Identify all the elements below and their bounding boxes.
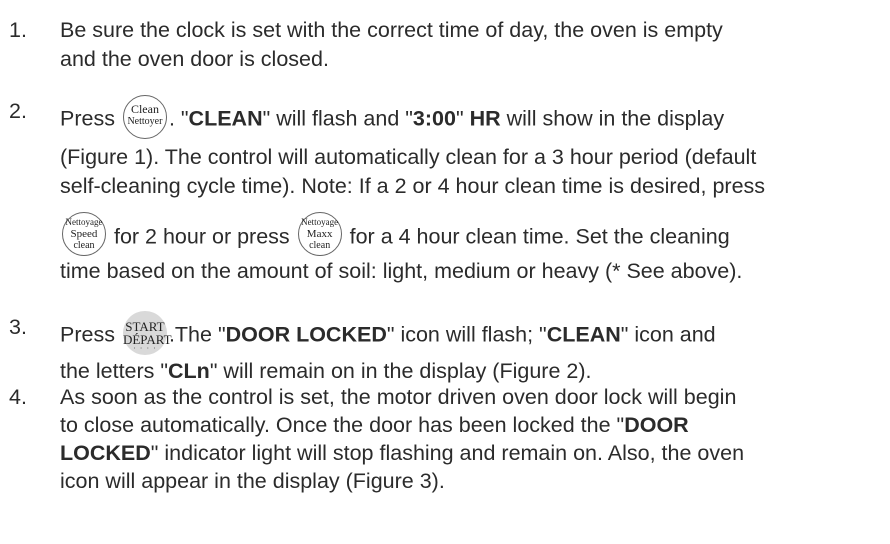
- step-2-line-3: self-cleaning cycle time). Note: If a 2 …: [60, 174, 766, 198]
- text-fragment: " indicator light will stop flashing and…: [150, 441, 745, 465]
- step-2-line-1: Press Clean Nettoyer . "CLEAN" will flas…: [60, 95, 725, 142]
- step-2-line-4: Nettoyage Speed clean for 2 hour or pres…: [60, 212, 730, 260]
- cln-word: CLn: [168, 359, 210, 383]
- step-3-number: 3.: [9, 315, 27, 339]
- step-3-line-2: the letters "CLn" will remain on in the …: [60, 358, 591, 384]
- maxx-button-label: Maxx: [306, 228, 333, 240]
- start-button-icon: START DÉPART · · · ·: [122, 311, 172, 355]
- text-fragment: to close automatically. Once the door ha…: [60, 413, 625, 437]
- text-fragment: " will remain on in the display (Figure …: [209, 359, 592, 383]
- speed-button-label: Speed: [70, 228, 98, 240]
- step-4-line-1: As soon as the control is set, the motor…: [60, 385, 737, 409]
- step-4-number: 4.: [9, 385, 27, 409]
- maxx-button-label-bottom: clean: [309, 240, 331, 251]
- text-fragment: . ": [168, 106, 189, 131]
- speed-clean-button-icon: Nettoyage Speed clean: [62, 212, 106, 256]
- door-locked-word: DOOR LOCKED: [225, 322, 387, 347]
- text-fragment: .The ": [168, 322, 226, 347]
- maxx-clean-button-icon: Nettoyage Maxx clean: [297, 212, 342, 256]
- speed-button-label-top: Nettoyage: [65, 217, 103, 227]
- clean-word: CLEAN: [188, 106, 263, 131]
- maxx-button-label-top: Nettoyage: [301, 217, 339, 227]
- step-1-number: 1.: [9, 18, 27, 42]
- step-4-line-2: to close automatically. Once the door ha…: [60, 412, 689, 438]
- locked-word: LOCKED: [60, 441, 151, 465]
- text-fragment: ": [455, 106, 470, 131]
- speed-button-label-bottom: clean: [73, 240, 95, 251]
- text-fragment: " will flash and ": [262, 106, 413, 131]
- clean-button-label-fr: Nettoyer: [127, 116, 163, 127]
- press-text: Press: [60, 106, 115, 131]
- step-1-line-2: and the oven door is closed.: [60, 47, 329, 71]
- text-fragment: will show in the display: [500, 106, 725, 131]
- clean-button-icon: Clean Nettoyer: [122, 95, 167, 139]
- text-fragment: for 2 hour or press: [113, 224, 290, 249]
- text-fragment: for a 4 hour clean time. Set the cleanin…: [349, 224, 730, 249]
- step-1-line-1: Be sure the clock is set with the correc…: [60, 18, 723, 42]
- step-3-line-1: Press START DÉPART · · · · .The "DOOR LO…: [60, 311, 716, 358]
- step-2-line-5: time based on the amount of soil: light,…: [60, 259, 743, 283]
- text-fragment: " icon will flash; ": [386, 322, 547, 347]
- hr-word: HR: [469, 106, 501, 131]
- text-fragment: " icon and: [620, 322, 716, 347]
- text-fragment: the letters ": [60, 359, 169, 383]
- step-2-line-2: (Figure 1). The control will automatical…: [60, 145, 757, 169]
- press-text: Press: [60, 322, 115, 347]
- step-4-line-3: LOCKED" indicator light will stop flashi…: [60, 440, 744, 466]
- step-4-line-4: icon will appear in the display (Figure …: [60, 469, 445, 493]
- clean-button-label: Clean: [130, 102, 159, 116]
- step-2-number: 2.: [9, 99, 27, 123]
- time-value: 3:00: [412, 106, 456, 131]
- door-word: DOOR: [624, 413, 689, 437]
- clean-word: CLEAN: [546, 322, 621, 347]
